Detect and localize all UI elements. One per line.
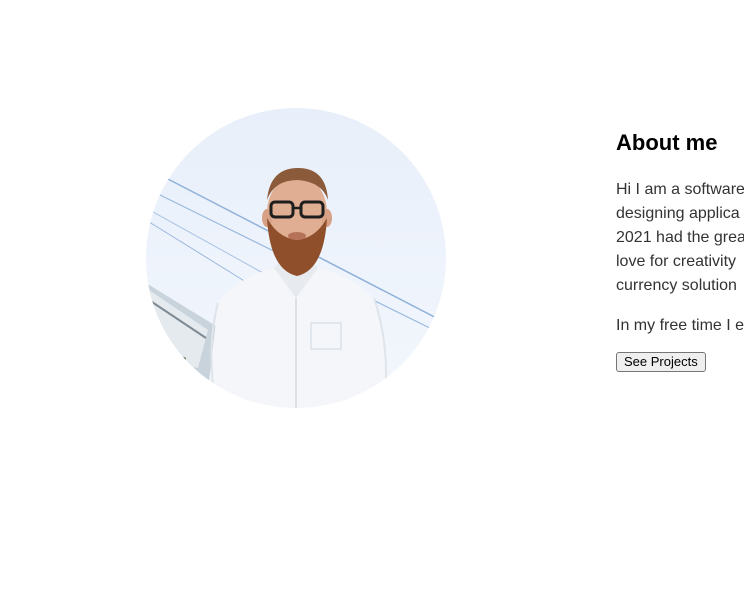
about-description-line: love for creativity: [616, 253, 737, 270]
about-description: Hi I am a software designing applica 202…: [616, 178, 744, 298]
about-description-line: 2021 had the grea: [616, 229, 744, 246]
profile-photo: [146, 108, 446, 408]
about-page: About me Hi I am a software designing ap…: [0, 0, 744, 591]
about-description-line: currency solution: [616, 277, 737, 294]
about-description-line: Hi I am a software: [616, 181, 744, 198]
free-time-text: In my free time I e: [616, 317, 744, 334]
about-section: About me Hi I am a software designing ap…: [616, 126, 744, 372]
about-description-line: designing applica: [616, 205, 740, 222]
about-heading: About me: [616, 130, 718, 155]
profile-photo-illustration: [146, 108, 446, 408]
see-projects-button[interactable]: See Projects: [616, 352, 706, 372]
